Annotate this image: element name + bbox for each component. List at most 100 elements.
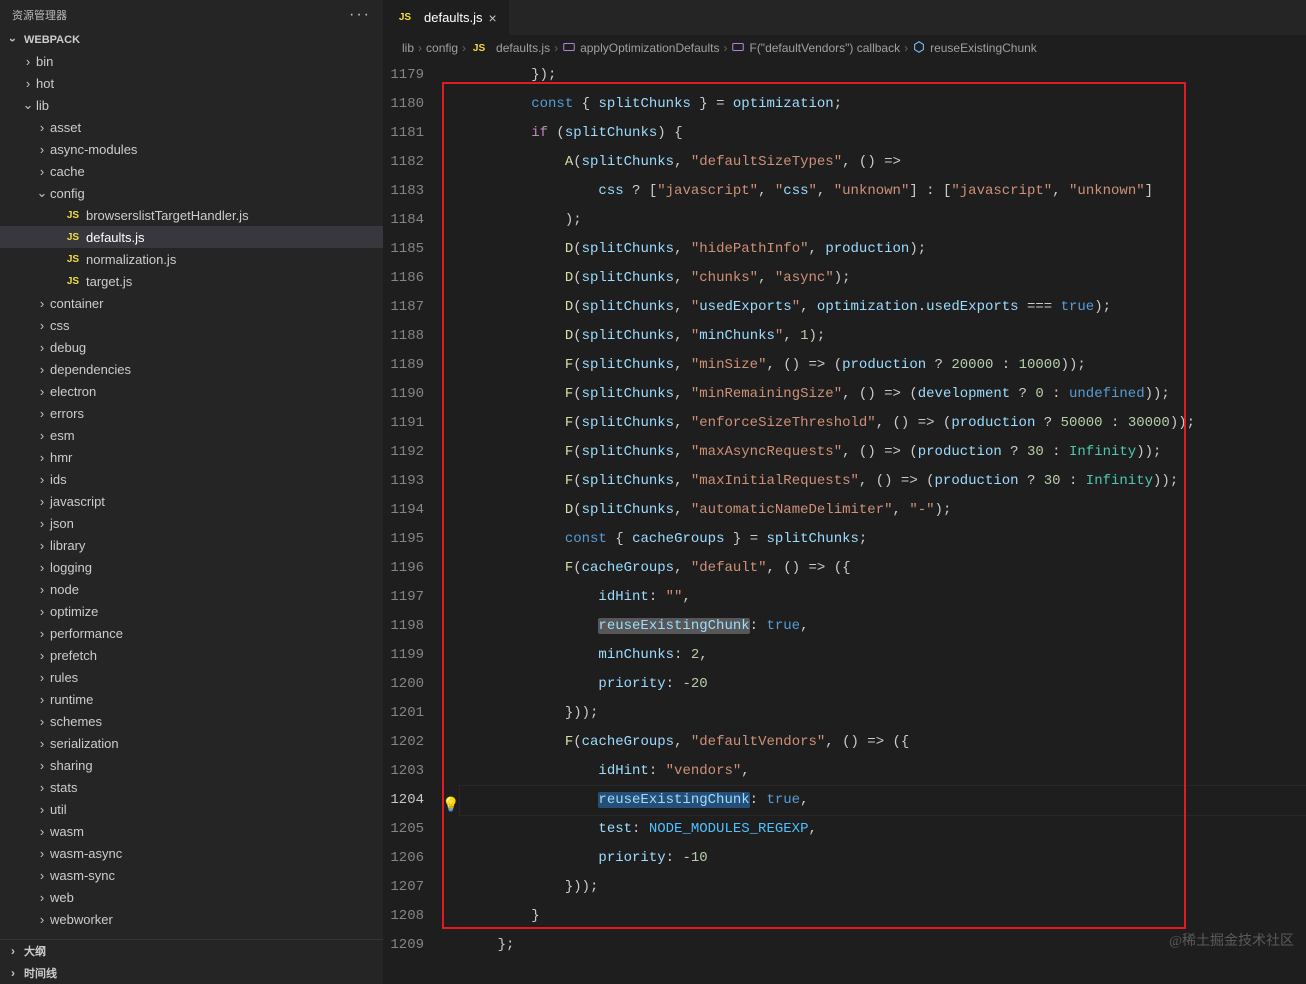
code-line[interactable]: idHint: "vendors", (460, 757, 1306, 786)
code-line[interactable]: }); (460, 61, 1306, 90)
folder-item[interactable]: ›webworker (0, 908, 383, 930)
breadcrumb-item[interactable]: config (426, 41, 458, 55)
code-line[interactable]: D(splitChunks, "minChunks", 1); (460, 322, 1306, 351)
code-line[interactable]: priority: -20 (460, 670, 1306, 699)
file-item[interactable]: JStarget.js (0, 270, 383, 292)
folder-item[interactable]: ›wasm (0, 820, 383, 842)
folder-item[interactable]: ›web (0, 886, 383, 908)
js-file-icon: JS (64, 206, 82, 224)
chevron-icon: › (34, 626, 50, 641)
tab-defaults-js[interactable]: JS defaults.js × (384, 0, 510, 35)
code-line[interactable]: })); (460, 873, 1306, 902)
code-line[interactable]: const { splitChunks } = optimization; (460, 90, 1306, 119)
folder-item[interactable]: ›asset (0, 116, 383, 138)
folder-item[interactable]: ›esm (0, 424, 383, 446)
tree-item-label: optimize (50, 604, 98, 619)
timeline-section[interactable]: › 时间线 (0, 962, 383, 984)
code-line[interactable]: D(splitChunks, "automaticNameDelimiter",… (460, 496, 1306, 525)
code-line[interactable]: F(splitChunks, "maxInitialRequests", () … (460, 467, 1306, 496)
code-line[interactable]: })); (460, 699, 1306, 728)
code-line[interactable]: F(cacheGroups, "default", () => ({ (460, 554, 1306, 583)
folder-item[interactable]: ›cache (0, 160, 383, 182)
tree-item-label: wasm-async (50, 846, 122, 861)
chevron-icon: › (34, 516, 50, 531)
folder-item[interactable]: ›bin (0, 50, 383, 72)
folder-item[interactable]: ›json (0, 512, 383, 534)
folder-item[interactable]: ›electron (0, 380, 383, 402)
file-item[interactable]: JSdefaults.js (0, 226, 383, 248)
code-line[interactable]: if (splitChunks) { (460, 119, 1306, 148)
folder-item[interactable]: ›serialization (0, 732, 383, 754)
folder-item[interactable]: ›performance (0, 622, 383, 644)
folder-item[interactable]: ›async-modules (0, 138, 383, 160)
code-line[interactable]: D(splitChunks, "chunks", "async"); (460, 264, 1306, 293)
breadcrumb[interactable]: lib›config›JSdefaults.js›applyOptimizati… (384, 35, 1306, 61)
file-item[interactable]: JSbrowserslistTargetHandler.js (0, 204, 383, 226)
js-file-icon: JS (470, 39, 488, 57)
folder-item[interactable]: ›javascript (0, 490, 383, 512)
code-line[interactable]: reuseExistingChunk: true, (460, 612, 1306, 641)
breadcrumb-item[interactable]: applyOptimizationDefaults (562, 40, 719, 57)
folder-item[interactable]: ⌄config (0, 182, 383, 204)
folder-item[interactable]: ›optimize (0, 600, 383, 622)
folder-item[interactable]: ›sharing (0, 754, 383, 776)
file-item[interactable]: JSnormalization.js (0, 248, 383, 270)
glyph-margin: 💡 (442, 61, 460, 984)
folder-item[interactable]: ›wasm-async (0, 842, 383, 864)
folder-item[interactable]: ›css (0, 314, 383, 336)
timeline-label: 时间线 (24, 965, 57, 981)
breadcrumb-item[interactable]: F("defaultVendors") callback (731, 40, 900, 57)
code-line[interactable]: F(splitChunks, "minSize", () => (product… (460, 351, 1306, 380)
code-line[interactable]: F(splitChunks, "enforceSizeThreshold", (… (460, 409, 1306, 438)
lightbulb-icon[interactable]: 💡 (442, 792, 459, 821)
code-line[interactable]: reuseExistingChunk: true, (460, 786, 1306, 815)
folder-item[interactable]: ›stats (0, 776, 383, 798)
folder-item[interactable]: ›dependencies (0, 358, 383, 380)
code-editor[interactable]: 1179118011811182118311841185118611871188… (384, 61, 1306, 984)
folder-item[interactable]: ›runtime (0, 688, 383, 710)
folder-item[interactable]: ›prefetch (0, 644, 383, 666)
code-line[interactable]: minChunks: 2, (460, 641, 1306, 670)
folder-item[interactable]: ›hmr (0, 446, 383, 468)
folder-item[interactable]: ›errors (0, 402, 383, 424)
chevron-icon: › (34, 560, 50, 575)
tree-item-label: web (50, 890, 74, 905)
code-line[interactable]: F(splitChunks, "minRemainingSize", () =>… (460, 380, 1306, 409)
tree-item-label: css (50, 318, 70, 333)
code-line[interactable]: idHint: "", (460, 583, 1306, 612)
code-line[interactable]: D(splitChunks, "usedExports", optimizati… (460, 293, 1306, 322)
breadcrumb-item[interactable]: JSdefaults.js (470, 39, 550, 57)
code-line[interactable]: priority: -10 (460, 844, 1306, 873)
folder-item[interactable]: ›schemes (0, 710, 383, 732)
code-line[interactable]: D(splitChunks, "hidePathInfo", productio… (460, 235, 1306, 264)
folder-item[interactable]: ›hot (0, 72, 383, 94)
folder-item[interactable]: ⌄lib (0, 94, 383, 116)
breadcrumb-item[interactable]: reuseExistingChunk (912, 40, 1037, 57)
code-line[interactable]: test: NODE_MODULES_REGEXP, (460, 815, 1306, 844)
folder-item[interactable]: ›library (0, 534, 383, 556)
workspace-root[interactable]: › WEBPACK (0, 30, 383, 50)
folder-item[interactable]: ›rules (0, 666, 383, 688)
file-tree[interactable]: ›bin›hot⌄lib›asset›async-modules›cache⌄c… (0, 50, 383, 939)
code-line[interactable]: css ? ["javascript", "css", "unknown"] :… (460, 177, 1306, 206)
outline-section[interactable]: › 大纲 (0, 940, 383, 962)
code-line[interactable]: F(splitChunks, "maxAsyncRequests", () =>… (460, 438, 1306, 467)
folder-item[interactable]: ›ids (0, 468, 383, 490)
folder-item[interactable]: ›wasm-sync (0, 864, 383, 886)
folder-item[interactable]: ›util (0, 798, 383, 820)
close-icon[interactable]: × (489, 10, 497, 26)
more-icon[interactable]: ··· (349, 6, 371, 24)
code-line[interactable]: A(splitChunks, "defaultSizeTypes", () => (460, 148, 1306, 177)
code-line[interactable]: F(cacheGroups, "defaultVendors", () => (… (460, 728, 1306, 757)
breadcrumb-item[interactable]: lib (402, 41, 414, 55)
code-content[interactable]: }); const { splitChunks } = optimization… (460, 61, 1306, 984)
breadcrumb-separator: › (904, 41, 908, 55)
line-number: 1194 (384, 496, 424, 525)
folder-item[interactable]: ›debug (0, 336, 383, 358)
code-line[interactable]: ); (460, 206, 1306, 235)
code-line[interactable]: } (460, 902, 1306, 931)
folder-item[interactable]: ›container (0, 292, 383, 314)
folder-item[interactable]: ›node (0, 578, 383, 600)
folder-item[interactable]: ›logging (0, 556, 383, 578)
code-line[interactable]: const { cacheGroups } = splitChunks; (460, 525, 1306, 554)
